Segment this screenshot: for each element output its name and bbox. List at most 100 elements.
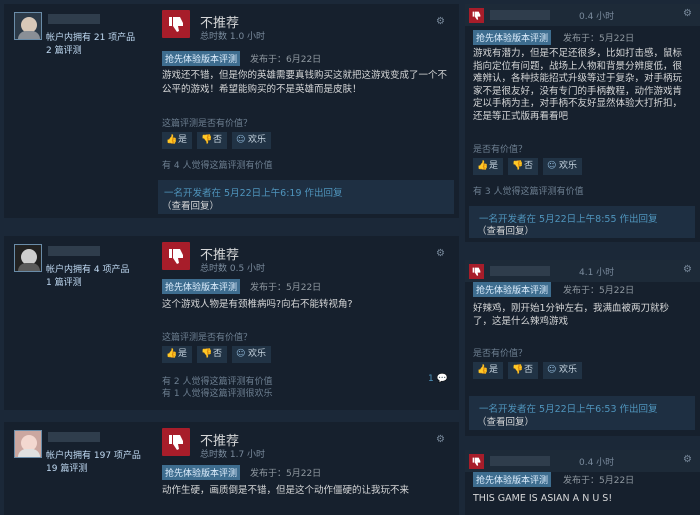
author-name[interactable]: [48, 432, 100, 442]
smile-icon: ☺: [547, 161, 557, 171]
helpful-count: 有 3 人觉得这篇评测有价值: [473, 187, 584, 197]
developer-response: 一名开发者在 5月22日上午6:19 作出回复 （查看回复）: [158, 180, 454, 214]
playtime: 0.4 小时: [579, 12, 615, 22]
gear-icon[interactable]: ⚙: [436, 434, 448, 446]
posted-date: 发布于：5月22日: [250, 283, 322, 293]
review-verdict-header[interactable]: 0.4 小时 ⚙: [465, 4, 700, 26]
vote-yes-button[interactable]: 👍是: [473, 158, 504, 175]
author-name[interactable]: [48, 14, 100, 24]
review-verdict-header[interactable]: 不推荐 总时数 1.0 小时 ⚙: [162, 10, 452, 42]
smile-icon: ☺: [236, 135, 246, 145]
view-reply-link[interactable]: （查看回复）: [477, 223, 534, 237]
left-review-column: 帐户内拥有 21 项产品 2 篇评测 不推荐 总时数 1.0 小时 ⚙ 抢先体验…: [0, 0, 460, 515]
gear-icon[interactable]: ⚙: [683, 8, 692, 19]
thumb-up-icon: 👍: [477, 161, 489, 171]
developer-response: 一名开发者在 5月22日上午8:55 作出回复 （查看回复）: [469, 206, 695, 238]
review-card: 4.1 小时 ⚙ 抢先体验版本评测 发布于：5月22日 好辣鸡，刚开始1分钟左右…: [465, 260, 700, 436]
helpful-question: 这篇评测是否有价值？: [162, 333, 253, 343]
author-name[interactable]: [490, 266, 550, 276]
author-name[interactable]: [490, 10, 550, 20]
avatar[interactable]: [14, 12, 42, 40]
posted-date: 发布于：5月22日: [563, 34, 635, 44]
author-name[interactable]: [48, 246, 100, 256]
smile-icon: ☺: [547, 365, 557, 375]
vote-funny-button[interactable]: ☺ 欢乐: [232, 346, 272, 363]
review-verdict-header[interactable]: 不推荐 总时数 0.5 小时 ⚙: [162, 242, 452, 274]
gear-icon[interactable]: ⚙: [436, 248, 448, 260]
author-name[interactable]: [490, 456, 550, 466]
review-card: 0.4 小时 ⚙ 抢先体验版本评测 发布于：5月22日 游戏有潜力，但是不足还很…: [465, 4, 700, 242]
review-verdict-header[interactable]: 0.4 小时 ⚙: [465, 450, 700, 472]
vote-no-button[interactable]: 👎否: [197, 346, 228, 363]
comment-icon: 💬: [436, 374, 448, 384]
playtime: 总时数 0.5 小时: [200, 264, 266, 274]
developer-reply-line: 一名开发者在 5月22日上午6:19 作出回复: [164, 188, 343, 199]
vote-no-button[interactable]: 👎否: [508, 362, 539, 379]
helpful-question: 是否有价值？: [473, 349, 528, 359]
early-access-badge: 抢先体验版本评测: [473, 282, 552, 297]
reviews-count[interactable]: 19 篇评测: [46, 461, 87, 474]
review-card: 帐户内拥有 197 项产品 19 篇评测 不推荐 总时数 1.7 小时 ⚙ 抢先…: [4, 422, 459, 515]
playtime: 总时数 1.7 小时: [200, 450, 266, 460]
thumb-down-small-icon: 👎: [201, 135, 213, 145]
vote-no-button[interactable]: 👎否: [508, 158, 539, 175]
posted-date: 发布于：6月22日: [250, 55, 322, 65]
review-verdict-header[interactable]: 4.1 小时 ⚙: [465, 260, 700, 282]
thumb-up-icon: 👍: [166, 135, 178, 145]
avatar[interactable]: [14, 244, 42, 272]
review-content: THIS GAME IS ASIAN A N U S!: [473, 493, 613, 504]
thumb-down-icon: [469, 264, 484, 279]
thumb-down-icon: [469, 8, 484, 23]
posted-date: 发布于：5月22日: [563, 476, 635, 486]
helpful-question: 是否有价值？: [473, 145, 528, 155]
helpful-question: 这篇评测是否有价值？: [162, 119, 253, 129]
vote-funny-button[interactable]: ☺ 欢乐: [543, 362, 583, 379]
smile-icon: ☺: [236, 349, 246, 359]
posted-date: 发布于：5月22日: [250, 469, 322, 479]
review-content: 好辣鸡，刚开始1分钟左右，我满血被两刀就秒 了，这是什么辣鸡游戏: [473, 303, 670, 327]
helpful-count: 有 4 人觉得这篇评测有价值: [162, 161, 273, 171]
vote-yes-button[interactable]: 👍是: [473, 362, 504, 379]
gear-icon[interactable]: ⚙: [683, 454, 692, 465]
avatar[interactable]: [14, 430, 42, 458]
products-owned: 帐户内拥有 197 项产品: [46, 451, 141, 461]
developer-response: 一名开发者在 5月22日上午6:53 作出回复 （查看回复）: [469, 396, 695, 430]
vote-funny-button[interactable]: ☺ 欢乐: [232, 132, 272, 149]
reviews-count[interactable]: 1 篇评测: [46, 275, 82, 288]
early-access-badge: 抢先体验版本评测: [162, 279, 241, 294]
thumb-down-icon: [162, 242, 190, 270]
review-card: 帐户内拥有 21 项产品 2 篇评测 不推荐 总时数 1.0 小时 ⚙ 抢先体验…: [4, 4, 459, 218]
review-card: 帐户内拥有 4 项产品 1 篇评测 不推荐 总时数 0.5 小时 ⚙ 抢先体验版…: [4, 236, 459, 410]
thumb-down-small-icon: 👎: [512, 161, 524, 171]
review-card: 0.4 小时 ⚙ 抢先体验版本评测 发布于：5月22日 THIS GAME IS…: [465, 450, 700, 515]
developer-reply-line: 一名开发者在 5月22日上午6:53 作出回复: [479, 404, 658, 415]
posted-date: 发布于：5月22日: [563, 286, 635, 296]
thumb-down-icon: [162, 428, 190, 456]
gear-icon[interactable]: ⚙: [683, 264, 692, 275]
vote-yes-button[interactable]: 👍是: [162, 346, 193, 363]
thumb-down-icon: [162, 10, 190, 38]
early-access-badge: 抢先体验版本评测: [162, 465, 241, 480]
right-review-column: 0.4 小时 ⚙ 抢先体验版本评测 发布于：5月22日 游戏有潜力，但是不足还很…: [465, 0, 700, 515]
review-verdict-header[interactable]: 不推荐 总时数 1.7 小时 ⚙: [162, 428, 452, 460]
products-owned: 帐户内拥有 4 项产品: [46, 265, 130, 275]
playtime: 总时数 1.0 小时: [200, 32, 266, 42]
review-content: 这个游戏人物是有颈椎病吗?向右不能转视角?: [162, 299, 353, 310]
view-reply-link[interactable]: （查看回复）: [162, 198, 219, 212]
vote-yes-button[interactable]: 👍是: [162, 132, 193, 149]
reviews-count[interactable]: 2 篇评测: [46, 43, 82, 56]
vote-funny-button[interactable]: ☺ 欢乐: [543, 158, 583, 175]
review-content: 游戏有潜力，但是不足还很多，比如打击感，鼠标 指向定位有问题，战场上人物和背景分…: [473, 48, 683, 122]
thumb-down-small-icon: 👎: [201, 349, 213, 359]
playtime: 0.4 小时: [579, 458, 615, 468]
comment-count[interactable]: 1 💬: [428, 374, 448, 384]
thumb-down-small-icon: 👎: [512, 365, 524, 375]
gear-icon[interactable]: ⚙: [436, 16, 448, 28]
view-reply-link[interactable]: （查看回复）: [477, 414, 534, 428]
thumb-up-icon: 👍: [477, 365, 489, 375]
thumb-up-icon: 👍: [166, 349, 178, 359]
early-access-badge: 抢先体验版本评测: [473, 472, 552, 487]
vote-no-button[interactable]: 👎否: [197, 132, 228, 149]
early-access-badge: 抢先体验版本评测: [473, 30, 552, 45]
products-owned: 帐户内拥有 21 项产品: [46, 33, 136, 43]
